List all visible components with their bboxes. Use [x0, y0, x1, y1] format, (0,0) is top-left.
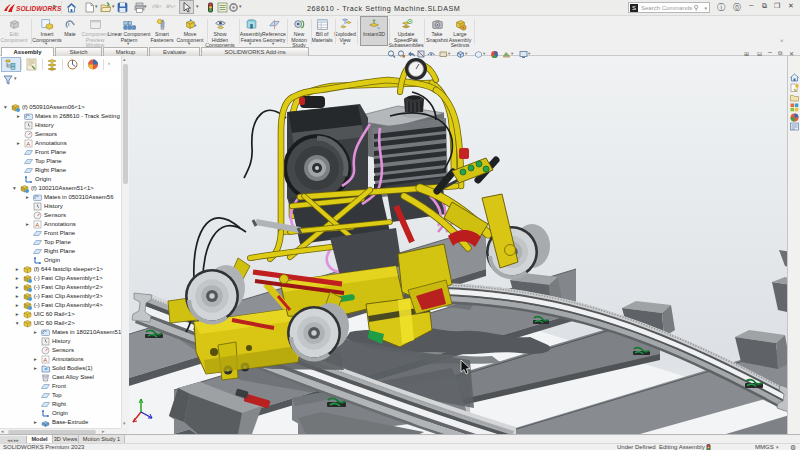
svg-text:A: A — [26, 141, 30, 147]
svg-text:A: A — [43, 357, 47, 363]
svg-text:A: A — [35, 222, 39, 228]
